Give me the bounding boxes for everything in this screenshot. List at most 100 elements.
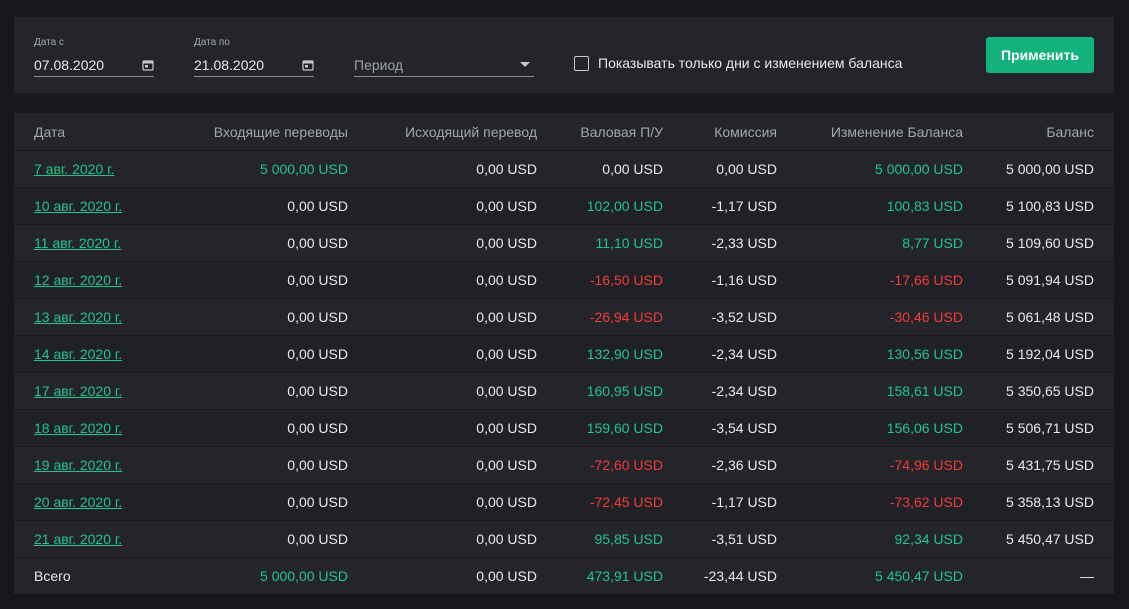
cell-incoming: 0,00 USD [287, 494, 348, 510]
table-row: 21 авг. 2020 г. 0,00 USD 0,00 USD 95,85 USD… [14, 520, 1114, 557]
apply-button[interactable]: Применить [986, 37, 1094, 73]
table-total-row: Всего 5 000,00 USD 0,00 USD 473,91 USD -… [14, 557, 1114, 594]
date-cell: 19 авг. 2020 г. [14, 457, 144, 473]
checkbox-label[interactable]: Показывать только дни с изменением балан… [598, 55, 902, 71]
balance-change-only-checkbox[interactable]: Показывать только дни с изменением балан… [574, 55, 902, 71]
cell-commission: -2,33 USD [711, 235, 777, 251]
cell-outgoing: 0,00 USD [476, 531, 537, 547]
table-row: 10 авг. 2020 г. 0,00 USD 0,00 USD 102,00 US… [14, 187, 1114, 224]
cell-commission: 0,00 USD [716, 161, 777, 177]
header-balance: Баланс [1046, 123, 1094, 140]
calendar-icon[interactable] [302, 59, 314, 71]
date-from-field[interactable]: Дата с 07.08.2020 [34, 37, 154, 77]
date-cell: 14 авг. 2020 г. [14, 346, 144, 362]
cell-outgoing: 0,00 USD [476, 494, 537, 510]
cell-balance: 5 109,60 USD [1006, 235, 1094, 251]
chevron-down-icon[interactable] [520, 62, 530, 67]
cell-balance: 5 506,71 USD [1006, 420, 1094, 436]
date-link[interactable]: 12 авг. 2020 г. [34, 272, 122, 288]
cell-gross-pl: -16,50 USD [589, 272, 663, 288]
date-link[interactable]: 14 авг. 2020 г. [34, 346, 122, 362]
date-link[interactable]: 18 авг. 2020 г. [34, 420, 122, 436]
cell-gross-pl: 132,90 USD [586, 346, 663, 362]
total-commission: -23,44 USD [703, 568, 777, 584]
table-row: 14 авг. 2020 г. 0,00 USD 0,00 USD 132,90 US… [14, 335, 1114, 372]
period-select-box[interactable]: Период [354, 49, 534, 77]
calendar-icon[interactable] [142, 59, 154, 71]
cell-balance-change: 100,83 USD [886, 198, 963, 214]
cell-balance-change: 130,56 USD [886, 346, 963, 362]
cell-balance: 5 192,04 USD [1006, 346, 1094, 362]
cell-gross-pl: -72,45 USD [589, 494, 663, 510]
table-body: 7 авг. 2020 г. 5 000,00 USD 0,00 USD 0,00 U… [14, 150, 1114, 557]
cell-incoming: 0,00 USD [287, 346, 348, 362]
date-cell: 18 авг. 2020 г. [14, 420, 144, 436]
cell-balance-change: 5 000,00 USD [875, 161, 963, 177]
cell-incoming: 0,00 USD [287, 309, 348, 325]
header-gross-pl: Валовая П/У [580, 123, 663, 140]
date-link[interactable]: 21 авг. 2020 г. [34, 531, 122, 547]
date-link[interactable]: 7 авг. 2020 г. [34, 161, 114, 177]
date-link[interactable]: 20 авг. 2020 г. [34, 494, 122, 510]
cell-outgoing: 0,00 USD [476, 383, 537, 399]
cell-commission: -1,16 USD [711, 272, 777, 288]
header-date: Дата [34, 123, 66, 140]
table-header: Дата Входящие переводы Исходящий перевод… [14, 113, 1114, 150]
cell-balance-change: 8,77 USD [902, 235, 963, 251]
cell-balance-change: -74,96 USD [889, 457, 963, 473]
date-from-input[interactable]: 07.08.2020 [34, 49, 154, 77]
period-placeholder: Период [354, 56, 404, 73]
filter-bar: Дата с 07.08.2020 Дата по 21.08.2020 Пер… [14, 17, 1114, 93]
date-cell: 17 авг. 2020 г. [14, 383, 144, 399]
date-from-label: Дата с [34, 37, 64, 48]
table-row: 20 авг. 2020 г. 0,00 USD 0,00 USD -72,45 US… [14, 483, 1114, 520]
cell-commission: -3,51 USD [711, 531, 777, 547]
total-balance-change: 5 450,47 USD [875, 568, 963, 584]
cell-balance-change: -17,66 USD [889, 272, 963, 288]
date-link[interactable]: 13 авг. 2020 г. [34, 309, 122, 325]
cell-balance: 5 450,47 USD [1006, 531, 1094, 547]
cell-gross-pl: 159,60 USD [586, 420, 663, 436]
cell-incoming: 0,00 USD [287, 457, 348, 473]
total-outgoing: 0,00 USD [476, 568, 537, 584]
cell-balance: 5 100,83 USD [1006, 198, 1094, 214]
cell-balance: 5 061,48 USD [1006, 309, 1094, 325]
date-link[interactable]: 11 авг. 2020 г. [34, 235, 121, 251]
cell-balance-change: 158,61 USD [886, 383, 963, 399]
date-link[interactable]: 19 авг. 2020 г. [34, 457, 122, 473]
date-cell: 11 авг. 2020 г. [14, 235, 144, 251]
table-row: 13 авг. 2020 г. 0,00 USD 0,00 USD -26,94 US… [14, 298, 1114, 335]
cell-outgoing: 0,00 USD [476, 161, 537, 177]
cell-outgoing: 0,00 USD [476, 235, 537, 251]
period-select[interactable]: Период [354, 49, 534, 77]
balance-table: Дата Входящие переводы Исходящий перевод… [14, 113, 1114, 594]
cell-incoming: 0,00 USD [287, 198, 348, 214]
date-from-value[interactable]: 07.08.2020 [34, 57, 104, 73]
table-row: 17 авг. 2020 г. 0,00 USD 0,00 USD 160,95 US… [14, 372, 1114, 409]
cell-incoming: 0,00 USD [287, 272, 348, 288]
cell-outgoing: 0,00 USD [476, 198, 537, 214]
total-incoming: 5 000,00 USD [260, 568, 348, 584]
table-row: 18 авг. 2020 г. 0,00 USD 0,00 USD 159,60 US… [14, 409, 1114, 446]
date-cell: 20 авг. 2020 г. [14, 494, 144, 510]
cell-outgoing: 0,00 USD [476, 309, 537, 325]
header-outgoing: Исходящий перевод [404, 123, 537, 140]
cell-balance-change: -73,62 USD [889, 494, 963, 510]
checkbox-box[interactable] [574, 55, 589, 71]
date-link[interactable]: 17 авг. 2020 г. [34, 383, 122, 399]
cell-outgoing: 0,00 USD [476, 272, 537, 288]
cell-incoming: 0,00 USD [287, 420, 348, 436]
cell-gross-pl: 11,10 USD [595, 235, 663, 251]
date-to-value[interactable]: 21.08.2020 [194, 57, 264, 73]
cell-balance: 5 358,13 USD [1006, 494, 1094, 510]
date-to-input[interactable]: 21.08.2020 [194, 49, 314, 77]
date-link[interactable]: 10 авг. 2020 г. [34, 198, 122, 214]
cell-balance: 5 000,00 USD [1006, 161, 1094, 177]
cell-gross-pl: -26,94 USD [589, 309, 663, 325]
cell-commission: -2,34 USD [711, 346, 777, 362]
cell-incoming: 5 000,00 USD [260, 161, 348, 177]
date-to-field[interactable]: Дата по 21.08.2020 [194, 37, 314, 77]
cell-balance: 5 350,65 USD [1006, 383, 1094, 399]
total-gross-pl: 473,91 USD [586, 568, 663, 584]
cell-outgoing: 0,00 USD [476, 420, 537, 436]
